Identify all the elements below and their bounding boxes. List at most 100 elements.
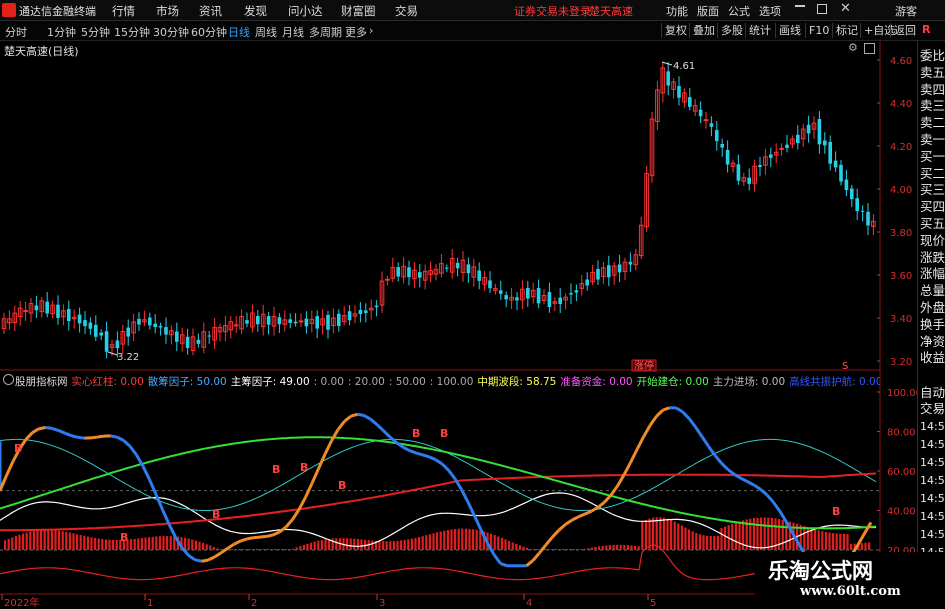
close-icon[interactable]: ✕ — [840, 1, 851, 16]
wave-segment — [213, 551, 222, 559]
date-label-year: 2022年 — [4, 596, 39, 609]
histogram-bar — [47, 529, 50, 550]
candle-body — [806, 124, 811, 134]
login-alert[interactable]: 证券交易未登录 — [514, 3, 591, 19]
histogram-bar — [317, 540, 320, 550]
wave-segment — [746, 480, 755, 487]
histogram-bar — [403, 539, 406, 550]
candle-body — [45, 301, 49, 314]
minimize-icon[interactable] — [795, 5, 805, 7]
histogram-bar — [817, 530, 820, 550]
menu-trade[interactable]: 交易 — [395, 3, 418, 19]
wave-segment — [201, 558, 209, 563]
period-5min[interactable]: 5分钟 — [81, 24, 110, 40]
wave-segment — [317, 453, 327, 470]
histogram-bar — [547, 549, 550, 550]
period-15min[interactable]: 15分钟 — [114, 24, 150, 40]
histogram-bar — [392, 541, 395, 550]
overlay-button[interactable]: 叠加 — [689, 23, 718, 38]
histogram-bar — [140, 538, 143, 550]
current-stock-alert[interactable]: 楚天高速 — [589, 3, 633, 19]
wave-segment — [122, 439, 132, 448]
indicator-chart: B B B B B B B B B — [0, 406, 880, 581]
histogram-bar — [698, 534, 701, 550]
histogram-bar — [511, 542, 514, 550]
buy-marker: B — [120, 531, 128, 544]
guest-button[interactable]: 游客 — [895, 3, 917, 19]
menu-layout[interactable]: 版面 — [697, 3, 719, 19]
quote-panel-label: 收益 — [920, 350, 945, 366]
period-weekly[interactable]: 周线 — [255, 24, 277, 40]
wave-segment — [194, 558, 202, 563]
menu-function[interactable]: 功能 — [666, 3, 688, 19]
menu-discover[interactable]: 发现 — [244, 3, 267, 19]
mark-button[interactable]: 标记 — [832, 23, 861, 38]
menu-wealth[interactable]: 财富圈 — [341, 3, 376, 19]
indicator-toggle-icon[interactable] — [3, 374, 14, 385]
period-monthly[interactable]: 月线 — [282, 24, 304, 40]
candle-body — [617, 264, 622, 273]
period-60min[interactable]: 60分钟 — [191, 24, 227, 40]
candle-body — [796, 134, 800, 144]
histogram-bar — [522, 546, 525, 550]
menu-quotes[interactable]: 行情 — [112, 3, 135, 19]
draw-line-button[interactable]: 画线 — [775, 23, 804, 38]
f10-button[interactable]: F10 — [805, 23, 832, 38]
menu-news[interactable]: 资讯 — [199, 3, 222, 19]
period-30min[interactable]: 30分钟 — [153, 24, 189, 40]
menu-formula[interactable]: 公式 — [728, 3, 750, 19]
candle-body — [185, 336, 190, 348]
back-button[interactable]: 返回 — [890, 23, 919, 38]
price-tick-label: 3.80 — [890, 228, 912, 239]
candle-body — [153, 323, 157, 327]
quote-panel-label: 买四 — [920, 199, 945, 215]
histogram-bar — [112, 539, 115, 550]
chart-area[interactable]: 4.613.22涨停 S 4.604.404.204.003.803.603.40… — [0, 41, 917, 609]
indicator-name[interactable]: 股朋指标网 — [15, 376, 68, 387]
multi-stock-button[interactable]: 多股 — [717, 23, 746, 38]
indicator-item: 主筹因子: 49.00 — [230, 376, 310, 387]
stats-button[interactable]: 统计 — [745, 23, 774, 38]
histogram-bar — [569, 549, 572, 550]
menu-ask[interactable]: 问小达 — [288, 3, 323, 19]
period-multi[interactable]: 多周期 — [309, 24, 342, 40]
candle-body — [526, 287, 530, 299]
period-daily[interactable]: 日线 — [228, 24, 250, 40]
histogram-bar — [238, 549, 241, 550]
histogram-bar — [425, 535, 428, 550]
wave-segment — [531, 551, 541, 562]
candle-body — [126, 327, 130, 337]
histogram-bar — [385, 541, 388, 550]
histogram-bar — [688, 529, 691, 550]
trade-panel-label[interactable]: 交易 — [920, 402, 945, 416]
trade-panel-label[interactable]: 自动 — [920, 386, 945, 400]
chevron-right-icon[interactable]: › — [369, 24, 373, 37]
candle-body — [596, 268, 600, 280]
histogram-bar — [594, 546, 597, 550]
candle-body — [407, 267, 411, 278]
r-icon[interactable]: R — [922, 23, 930, 36]
histogram-bar — [61, 531, 64, 550]
histogram-bar — [83, 535, 86, 550]
candle-body — [725, 149, 730, 165]
wave-segment — [428, 455, 437, 461]
histogram-bar — [461, 528, 464, 550]
period-minute[interactable]: 分时 — [5, 24, 27, 40]
candle-body — [785, 144, 789, 148]
wave-segment — [759, 488, 768, 497]
adjust-button[interactable]: 复权 — [661, 23, 690, 38]
period-1min[interactable]: 1分钟 — [47, 24, 76, 40]
histogram-bar — [716, 535, 719, 550]
maximize-icon[interactable] — [817, 4, 827, 14]
histogram-bar — [202, 542, 205, 550]
menu-options[interactable]: 选项 — [759, 3, 781, 19]
histogram-bar — [335, 538, 338, 550]
histogram-bar — [209, 545, 212, 550]
wave-segment — [460, 488, 470, 503]
menu-market[interactable]: 市场 — [156, 3, 179, 19]
histogram-bar — [839, 533, 842, 550]
period-more[interactable]: 更多 — [345, 24, 367, 40]
candle-body — [233, 324, 239, 327]
wave-segment — [422, 453, 430, 459]
candle-body — [293, 321, 298, 324]
